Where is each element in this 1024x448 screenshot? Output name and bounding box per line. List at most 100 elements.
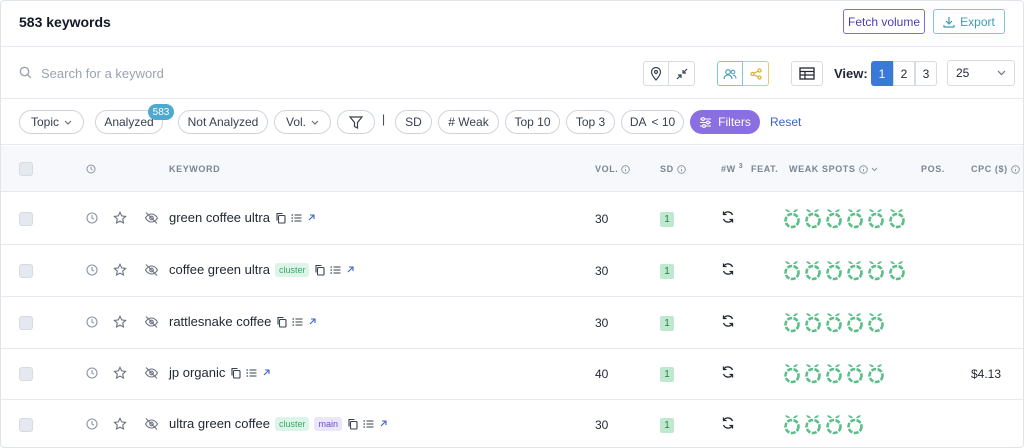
star-icon[interactable] [113, 417, 127, 431]
not-analyzed-filter[interactable]: Not Analyzed [178, 110, 268, 134]
top3-filter[interactable]: Top 3 [566, 110, 615, 134]
star-icon[interactable] [113, 366, 127, 380]
tag-cluster[interactable]: cluster [274, 262, 310, 277]
row-checkbox[interactable] [19, 264, 33, 278]
weak-spot-icon [784, 261, 800, 281]
clock-icon[interactable] [86, 418, 98, 430]
weak-spots [783, 362, 885, 384]
eye-off-icon[interactable] [144, 211, 159, 225]
keyword-text[interactable]: green coffee ultra [169, 210, 270, 225]
weak-spot-icon [889, 261, 905, 281]
topic-filter[interactable]: Topic [19, 110, 84, 134]
col-features[interactable]: FEAT. [751, 164, 778, 174]
row-checkbox[interactable] [19, 418, 33, 432]
eye-off-icon[interactable] [144, 315, 159, 329]
external-link-icon[interactable] [346, 265, 355, 274]
select-all-checkbox[interactable] [19, 162, 33, 176]
table-row[interactable]: coffee green ultra cluster 30 1 [1, 245, 1023, 297]
top10-filter[interactable]: Top 10 [505, 110, 560, 134]
keyword-cell: green coffee ultra [169, 210, 316, 225]
da-filter[interactable]: DA < 10 [621, 110, 684, 134]
col-sd-label: SD [660, 164, 674, 174]
per-page-select[interactable]: 25 [947, 60, 1015, 86]
view-page-2[interactable]: 2 [893, 61, 915, 86]
refresh-icon[interactable] [721, 210, 735, 224]
copy-icon[interactable] [230, 367, 241, 379]
external-link-icon[interactable] [262, 368, 271, 377]
list-icon[interactable] [246, 368, 257, 378]
col-volume[interactable]: VOL. [595, 164, 631, 174]
export-button[interactable]: Export [933, 9, 1005, 34]
col-keyword[interactable]: KEYWORD [169, 164, 220, 174]
info-icon [676, 164, 686, 174]
copy-icon[interactable] [314, 264, 326, 276]
weak-spot-icon [805, 415, 821, 435]
col-weak-count[interactable]: #W 3 [721, 163, 743, 175]
weak-filter[interactable]: # Weak [438, 110, 499, 134]
list-icon[interactable] [291, 213, 302, 223]
weak-spot-icon [805, 364, 821, 384]
refresh-icon[interactable] [721, 365, 735, 379]
clock-icon[interactable] [86, 367, 98, 379]
star-icon[interactable] [113, 263, 127, 277]
eye-off-icon[interactable] [144, 366, 159, 380]
weak-spots [783, 413, 864, 435]
clock-icon[interactable] [86, 264, 98, 276]
copy-icon[interactable] [347, 418, 358, 430]
table-row[interactable]: jp organic 40 1 $4.13 [1, 348, 1023, 400]
external-link-icon[interactable] [379, 419, 388, 428]
tag-cluster[interactable]: cluster [274, 416, 310, 431]
volume-filter[interactable]: Vol. [274, 110, 331, 134]
refresh-icon[interactable] [721, 416, 735, 430]
copy-icon[interactable] [276, 316, 287, 328]
external-link-icon[interactable] [307, 213, 316, 222]
table-row[interactable]: green coffee ultra 30 1 [1, 193, 1023, 245]
refresh-icon[interactable] [721, 314, 735, 328]
info-icon [621, 164, 631, 174]
table-view-button[interactable] [791, 61, 823, 86]
row-checkbox[interactable] [19, 316, 33, 330]
row-checkbox[interactable] [19, 367, 33, 381]
funnel-filter-button[interactable] [337, 110, 375, 134]
reset-link[interactable]: Reset [770, 115, 801, 129]
col-position[interactable]: POS. [921, 164, 945, 174]
eye-off-icon[interactable] [144, 263, 159, 277]
external-link-icon[interactable] [308, 317, 317, 326]
users-button[interactable] [717, 61, 743, 86]
star-icon[interactable] [113, 211, 127, 225]
search-input[interactable] [41, 63, 401, 83]
list-icon[interactable] [330, 265, 341, 275]
eye-off-icon[interactable] [144, 417, 159, 431]
list-icon[interactable] [292, 317, 303, 327]
view-page-1[interactable]: 1 [871, 61, 893, 86]
row-checkbox[interactable] [19, 212, 33, 226]
col-sd[interactable]: SD [660, 164, 686, 174]
collapse-button[interactable] [669, 61, 695, 86]
view-page-3[interactable]: 3 [915, 61, 937, 86]
location-button[interactable] [643, 61, 669, 86]
keyword-text[interactable]: rattlesnake coffee [169, 314, 271, 329]
users-icon [723, 68, 737, 79]
list-icon[interactable] [363, 419, 374, 429]
da-filter-label: DA [629, 115, 647, 129]
keyword-text[interactable]: coffee green ultra [169, 262, 270, 277]
fetch-volume-button[interactable]: Fetch volume [843, 9, 925, 34]
download-icon [943, 16, 955, 28]
table-row[interactable]: ultra green coffee cluster main 30 1 [1, 399, 1023, 447]
share-button[interactable] [743, 61, 769, 86]
filters-button[interactable]: Filters [690, 110, 760, 134]
star-icon[interactable] [113, 315, 127, 329]
clock-icon[interactable] [86, 316, 98, 328]
clock-icon[interactable] [86, 212, 98, 224]
info-icon [858, 164, 868, 174]
col-weak-spots[interactable]: WEAK SPOTS [789, 164, 878, 174]
keyword-text[interactable]: ultra green coffee [169, 416, 270, 431]
col-cpc[interactable]: CPC ($) [971, 164, 1020, 174]
tag-main[interactable]: main [314, 416, 342, 431]
copy-icon[interactable] [275, 212, 286, 224]
keyword-text[interactable]: jp organic [169, 365, 225, 380]
table-row[interactable]: rattlesnake coffee 30 1 [1, 297, 1023, 349]
sd-filter[interactable]: SD [395, 110, 432, 134]
refresh-icon[interactable] [721, 262, 735, 276]
filters-button-label: Filters [718, 115, 751, 129]
